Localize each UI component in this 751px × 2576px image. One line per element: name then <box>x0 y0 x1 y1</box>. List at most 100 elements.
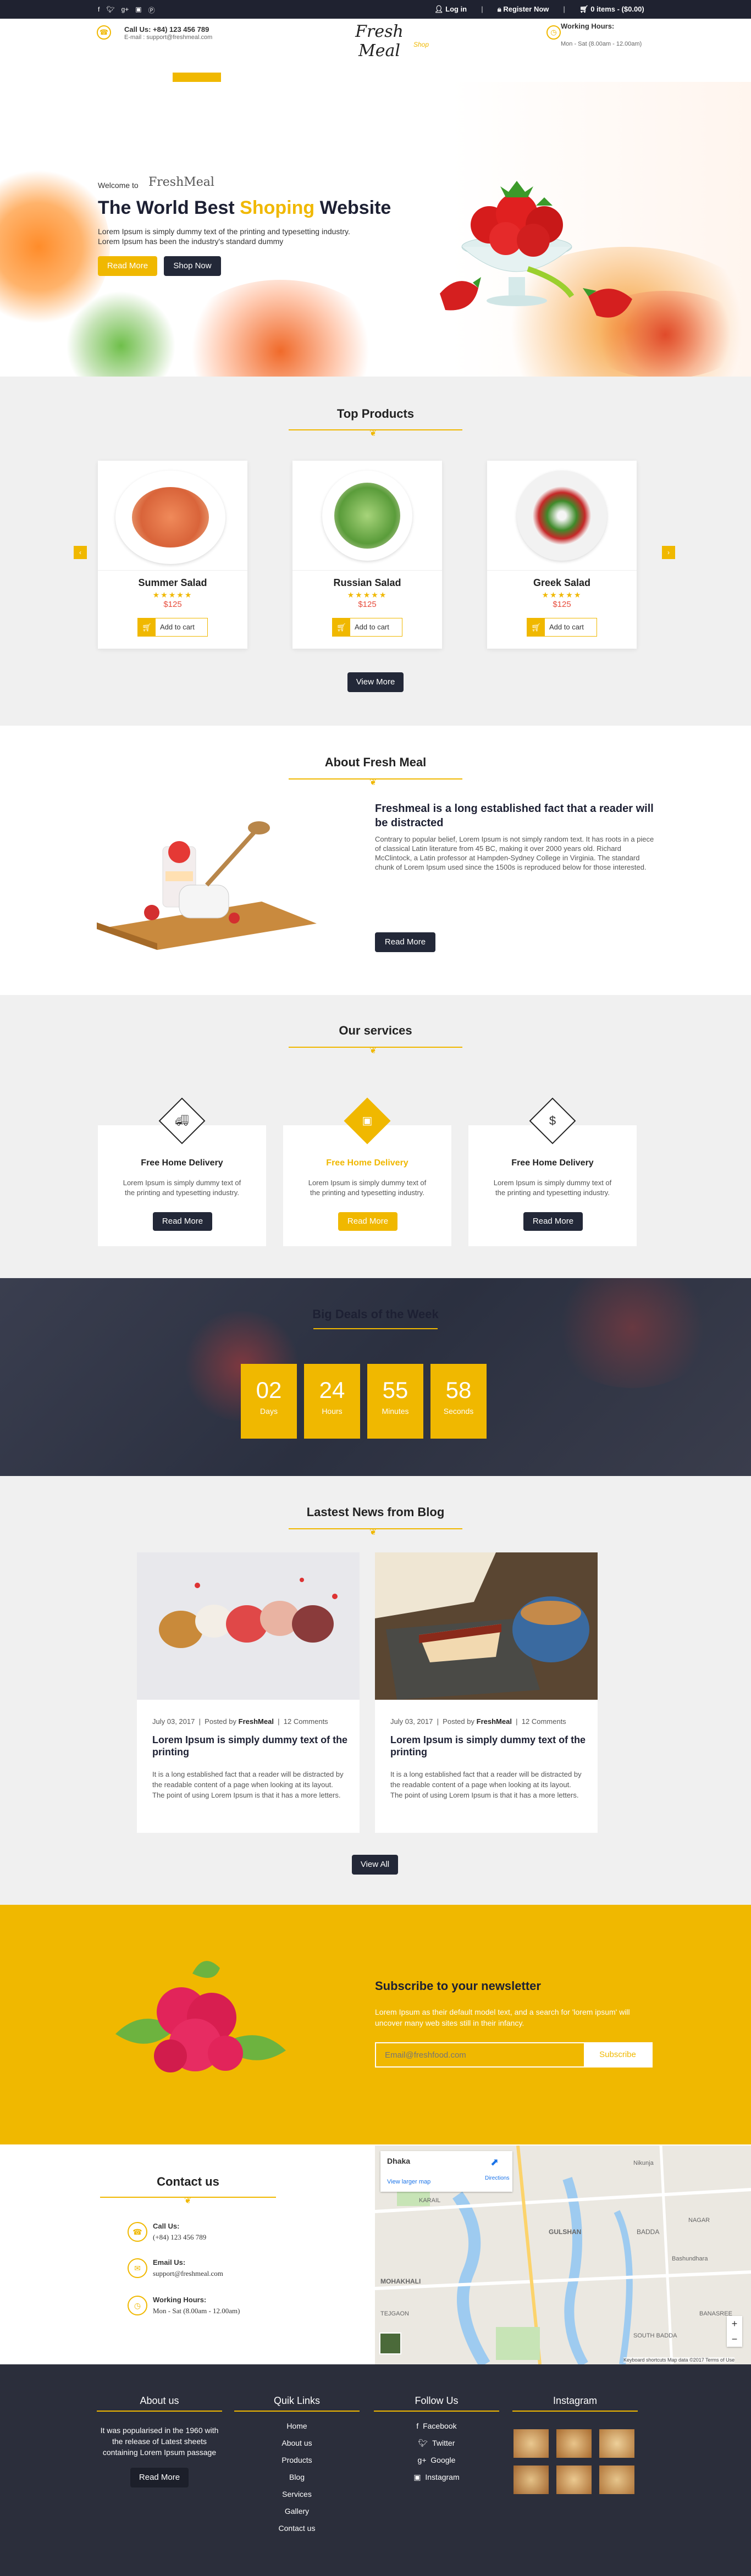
add-to-cart-button[interactable]: 🛒︎ Add to cart <box>137 618 208 637</box>
google-plus-icon[interactable]: g+ <box>122 5 129 15</box>
newsletter-text: Lorem Ipsum as their default model text,… <box>375 2008 630 2027</box>
product-price: $125 <box>163 600 182 609</box>
header-email: E-mail : support@freshmeal.com <box>124 34 213 41</box>
login-link[interactable]: 👤︎ Log in <box>434 5 467 14</box>
carousel-prev-button[interactable]: ‹ <box>74 546 87 559</box>
instagram-thumb[interactable] <box>513 2429 549 2458</box>
contact-email-label: Email Us: <box>153 2258 186 2267</box>
product-card[interactable]: Greek Salad ★★★★★ $125 🛒︎ Add to cart <box>487 461 637 649</box>
blog-post-card[interactable]: July 03, 2017 | Posted by FreshMeal | 12… <box>137 1552 360 1833</box>
newsletter-email-input[interactable] <box>376 2043 584 2066</box>
service-read-more-button[interactable]: Read More <box>153 1212 212 1231</box>
view-all-button[interactable]: View All <box>352 1855 398 1875</box>
clock-icon: ◷ <box>128 2296 147 2315</box>
service-card: 🚚︎ Free Home Delivery Lorem Ipsum is sim… <box>98 1097 266 1246</box>
product-name[interactable]: Summer Salad <box>98 577 247 589</box>
strawberry-right-image <box>583 280 638 324</box>
zoom-out-button[interactable]: − <box>727 2331 742 2347</box>
blog-title: Lastest News from Blog <box>306 1505 445 1519</box>
footer-read-more-button[interactable]: Read More <box>130 2468 189 2487</box>
footer-social-instagram[interactable]: ▣ Instagram <box>374 2473 499 2490</box>
about-read-more-button[interactable]: Read More <box>375 932 435 952</box>
leaf-icon: ❦ <box>369 429 377 438</box>
blog-post-title[interactable]: Lorem Ipsum is simply dummy text of the … <box>152 1734 350 1758</box>
map[interactable]: Dhaka View larger map ⬈ Directions KARAI… <box>375 2146 751 2364</box>
blog-post-title[interactable]: Lorem Ipsum is simply dummy text of the … <box>390 1734 588 1758</box>
service-name: Free Home Delivery <box>511 1158 594 1168</box>
facebook-icon[interactable]: f <box>98 5 100 15</box>
service-name: Free Home Delivery <box>141 1158 223 1168</box>
facebook-icon: f <box>416 2422 419 2430</box>
instagram-icon[interactable]: ▣ <box>135 5 141 15</box>
instagram-thumb[interactable] <box>599 2429 634 2458</box>
services-title: Our services <box>339 1024 412 1037</box>
carousel-next-button[interactable]: › <box>662 546 675 559</box>
clock-icon: ◷ <box>546 25 561 40</box>
view-larger-map-link[interactable]: View larger map <box>387 2179 430 2185</box>
service-card-active: ▣ Free Home Delivery Lorem Ipsum is simp… <box>283 1097 451 1246</box>
countdown-seconds: 58 Seconds <box>430 1364 487 1439</box>
directions-icon[interactable]: ⬈ <box>490 2157 499 2168</box>
twitter-icon[interactable]: 🐦︎ <box>106 5 114 15</box>
header-call: Call Us: +84) 123 456 789 <box>124 25 209 34</box>
phone-icon: ☎ <box>128 2222 147 2242</box>
footer-social-google[interactable]: g+ Google <box>374 2456 499 2473</box>
satellite-toggle[interactable] <box>379 2332 401 2354</box>
product-name[interactable]: Greek Salad <box>487 577 637 589</box>
blog-post-meta: July 03, 2017 | Posted by FreshMeal | 12… <box>152 1717 328 1726</box>
countdown-hours: 24 Hours <box>304 1364 360 1439</box>
footer-link-about[interactable]: About us <box>234 2439 360 2456</box>
product-card[interactable]: Summer Salad ★★★★★ $125 🛒︎ Add to cart <box>98 461 247 649</box>
header: ☎ Call Us: +84) 123 456 789 E-mail : sup… <box>0 19 751 99</box>
product-card[interactable]: Russian Salad ★★★★★ $125 🛒︎ Add to cart <box>292 461 442 649</box>
subscribe-button[interactable]: Subscribe <box>584 2043 651 2066</box>
cart-link[interactable]: 🛒︎ 0 items - ($0.00) <box>579 5 644 14</box>
view-more-button[interactable]: View More <box>347 672 404 692</box>
footer-social: f Facebook 🐦︎ Twitter g+ Google ▣ Instag… <box>374 2422 499 2490</box>
newsletter-form: Subscribe <box>375 2042 653 2068</box>
footer-link-products[interactable]: Products <box>234 2456 360 2473</box>
zoom-in-button[interactable]: + <box>727 2316 742 2331</box>
contact-call: (+84) 123 456 789 <box>153 2233 207 2241</box>
contact-title: Contact us <box>157 2175 219 2188</box>
footer-instagram-title: Instagram <box>553 2395 598 2406</box>
contact-email[interactable]: support@freshmeal.com <box>153 2269 223 2278</box>
register-link[interactable]: 🔒︎ Register Now <box>498 5 549 14</box>
footer-link-home[interactable]: Home <box>234 2422 360 2439</box>
macarons-image <box>137 1552 360 1700</box>
leaf-icon: ❦ <box>369 1046 377 1055</box>
instagram-thumb[interactable] <box>556 2429 592 2458</box>
social-links: f 🐦︎ g+ ▣ Ⓟ <box>98 5 155 15</box>
instagram-thumb[interactable] <box>556 2466 592 2494</box>
product-name[interactable]: Russian Salad <box>292 577 442 589</box>
header-hours: Mon - Sat (8.00am - 12.00am) <box>561 41 642 47</box>
hero-shop-now-button[interactable]: Shop Now <box>164 256 221 276</box>
logo[interactable]: Fresh Meal <box>341 22 418 60</box>
footer-link-gallery[interactable]: Gallery <box>234 2507 360 2524</box>
instagram-thumb[interactable] <box>599 2466 634 2494</box>
blurred-pepper-red <box>176 280 385 377</box>
plate-russian-salad-image <box>322 471 412 561</box>
service-text: Lorem Ipsum is simply dummy text of the … <box>123 1179 241 1197</box>
footer-link-services[interactable]: Services <box>234 2490 360 2507</box>
footer: About us It was popularised in the 1960 … <box>0 2364 751 2576</box>
blog-post-text: It is a long established fact that a rea… <box>152 1770 344 1799</box>
star-rating: ★★★★★ <box>152 590 193 599</box>
footer-about-text: It was popularised in the 1960 with the … <box>100 2426 219 2457</box>
service-read-more-button[interactable]: Read More <box>523 1212 583 1231</box>
user-icon: 👤︎ <box>434 5 444 13</box>
countdown-minutes: 55 Minutes <box>367 1364 423 1439</box>
add-to-cart-button[interactable]: 🛒︎ Add to cart <box>527 618 597 637</box>
instagram-thumb[interactable] <box>513 2466 549 2494</box>
leaf-icon: ❦ <box>184 2196 192 2205</box>
footer-link-blog[interactable]: Blog <box>234 2473 360 2490</box>
hero-read-more-button[interactable]: Read More <box>98 256 157 276</box>
footer-social-facebook[interactable]: f Facebook <box>374 2422 499 2439</box>
footer-social-twitter[interactable]: 🐦︎ Twitter <box>374 2439 499 2456</box>
pinterest-icon[interactable]: Ⓟ <box>148 5 155 15</box>
service-read-more-button[interactable]: Read More <box>338 1212 397 1231</box>
blog-post-card[interactable]: July 03, 2017 | Posted by FreshMeal | 12… <box>375 1552 598 1833</box>
hero-text-1: Lorem Ipsum is simply dummy text of the … <box>98 227 350 236</box>
footer-link-contact[interactable]: Contact us <box>234 2524 360 2541</box>
add-to-cart-button[interactable]: 🛒︎ Add to cart <box>332 618 402 637</box>
